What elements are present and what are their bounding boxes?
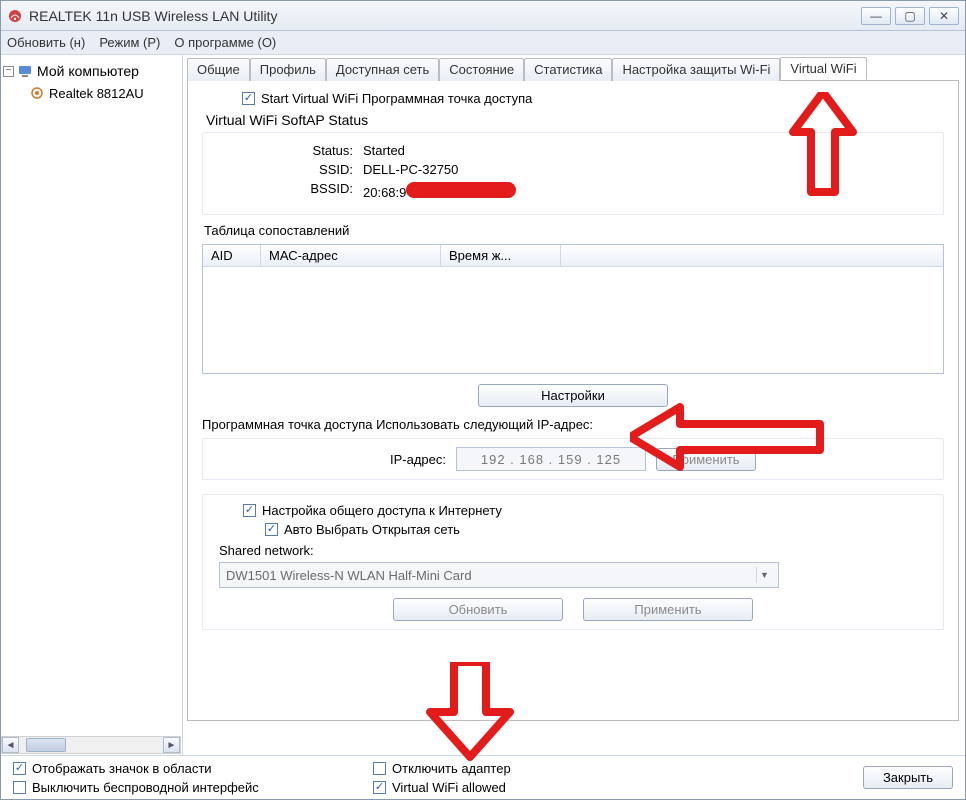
tree-root-label[interactable]: Мой компьютер — [37, 63, 139, 79]
bssid-key: BSSID: — [203, 181, 363, 200]
menu-mode[interactable]: Режим (Р) — [99, 35, 160, 50]
tray-icon-checkbox[interactable] — [13, 762, 26, 775]
start-virtual-wifi-checkbox[interactable] — [242, 92, 255, 105]
chevron-down-icon: ▼ — [756, 567, 772, 583]
col-time[interactable]: Время ж... — [441, 245, 561, 266]
adapter-icon — [29, 85, 45, 101]
vwifi-allowed-checkbox[interactable] — [373, 781, 386, 794]
association-table[interactable]: AID МАС-адрес Время ж... — [202, 244, 944, 374]
shared-network-select[interactable]: DW1501 Wireless-N WLAN Half-Mini Card ▼ — [219, 562, 779, 588]
scroll-right-icon[interactable]: ► — [163, 737, 180, 753]
disable-adapter-checkbox[interactable] — [373, 762, 386, 775]
status-key: Status: — [203, 143, 363, 158]
scroll-left-icon[interactable]: ◄ — [2, 737, 19, 753]
tab-wifi-protection[interactable]: Настройка защиты Wi-Fi — [612, 58, 780, 81]
ip-label: IP-адрес: — [390, 452, 446, 467]
assoc-table-title: Таблица сопоставлений — [204, 223, 944, 238]
status-value: Started — [363, 143, 405, 158]
menu-refresh[interactable]: Обновить (н) — [7, 35, 85, 50]
menu-about[interactable]: О программе (О) — [174, 35, 276, 50]
tab-general[interactable]: Общие — [187, 58, 250, 81]
minimize-button[interactable]: ― — [861, 7, 891, 25]
vwifi-allowed-label: Virtual WiFi allowed — [392, 780, 506, 795]
menubar: Обновить (н) Режим (Р) О программе (О) — [1, 31, 965, 55]
col-mac[interactable]: МАС-адрес — [261, 245, 441, 266]
radio-off-checkbox[interactable] — [13, 781, 26, 794]
apply-button[interactable]: Применить — [583, 598, 753, 621]
tab-strip: Общие Профиль Доступная сеть Состояние С… — [187, 57, 959, 81]
softap-status-title: Virtual WiFi SoftAP Status — [206, 112, 944, 128]
bssid-redaction — [406, 182, 516, 198]
bottom-bar: Отображать значок в области Выключить бе… — [1, 755, 965, 799]
radio-off-label: Выключить беспроводной интерфейс — [32, 780, 259, 795]
tree-horizontal-scrollbar[interactable]: ◄ ► — [1, 736, 181, 754]
refresh-button[interactable]: Обновить — [393, 598, 563, 621]
ics-checkbox[interactable] — [243, 504, 256, 517]
tray-icon-label: Отображать значок в области — [32, 761, 212, 776]
computer-icon — [17, 63, 33, 79]
titlebar: REALTEK 11n USB Wireless LAN Utility ― ▢… — [1, 1, 965, 31]
ics-label: Настройка общего доступа к Интернету — [262, 503, 502, 518]
close-button[interactable]: Закрыть — [863, 766, 953, 789]
device-tree: − Мой компьютер Realtek 8812AU — [1, 55, 183, 759]
ip-apply-button[interactable]: Применить — [656, 448, 756, 471]
tab-statistics[interactable]: Статистика — [524, 58, 612, 81]
scroll-thumb[interactable] — [26, 738, 66, 752]
auto-open-checkbox[interactable] — [265, 523, 278, 536]
ip-line: Программная точка доступа Использовать с… — [202, 417, 944, 432]
disable-adapter-label: Отключить адаптер — [392, 761, 511, 776]
bssid-value: 20:68:9 — [363, 181, 516, 200]
close-window-button[interactable]: ✕ — [929, 7, 959, 25]
shared-network-value: DW1501 Wireless-N WLAN Half-Mini Card — [226, 568, 472, 583]
ssid-key: SSID: — [203, 162, 363, 177]
virtual-wifi-page: Start Virtual WiFi Программная точка дос… — [187, 81, 959, 721]
app-icon — [7, 8, 23, 24]
auto-open-label: Авто Выбрать Открытая сеть — [284, 522, 460, 537]
tab-status[interactable]: Состояние — [439, 58, 524, 81]
tree-adapter-label[interactable]: Realtek 8812AU — [49, 86, 144, 101]
tab-profile[interactable]: Профиль — [250, 58, 326, 81]
ssid-value: DELL-PC-32750 — [363, 162, 458, 177]
start-virtual-wifi-label: Start Virtual WiFi Программная точка дос… — [261, 91, 532, 106]
shared-network-label: Shared network: — [219, 543, 933, 558]
tree-collapse-icon[interactable]: − — [3, 66, 14, 77]
settings-button[interactable]: Настройки — [478, 384, 668, 407]
ip-address-field[interactable]: 192 . 168 . 159 . 125 — [456, 447, 646, 471]
maximize-button[interactable]: ▢ — [895, 7, 925, 25]
tab-virtual-wifi[interactable]: Virtual WiFi — [780, 57, 866, 80]
tab-available-net[interactable]: Доступная сеть — [326, 58, 439, 81]
col-aid[interactable]: AID — [203, 245, 261, 266]
window-title: REALTEK 11n USB Wireless LAN Utility — [29, 8, 861, 24]
